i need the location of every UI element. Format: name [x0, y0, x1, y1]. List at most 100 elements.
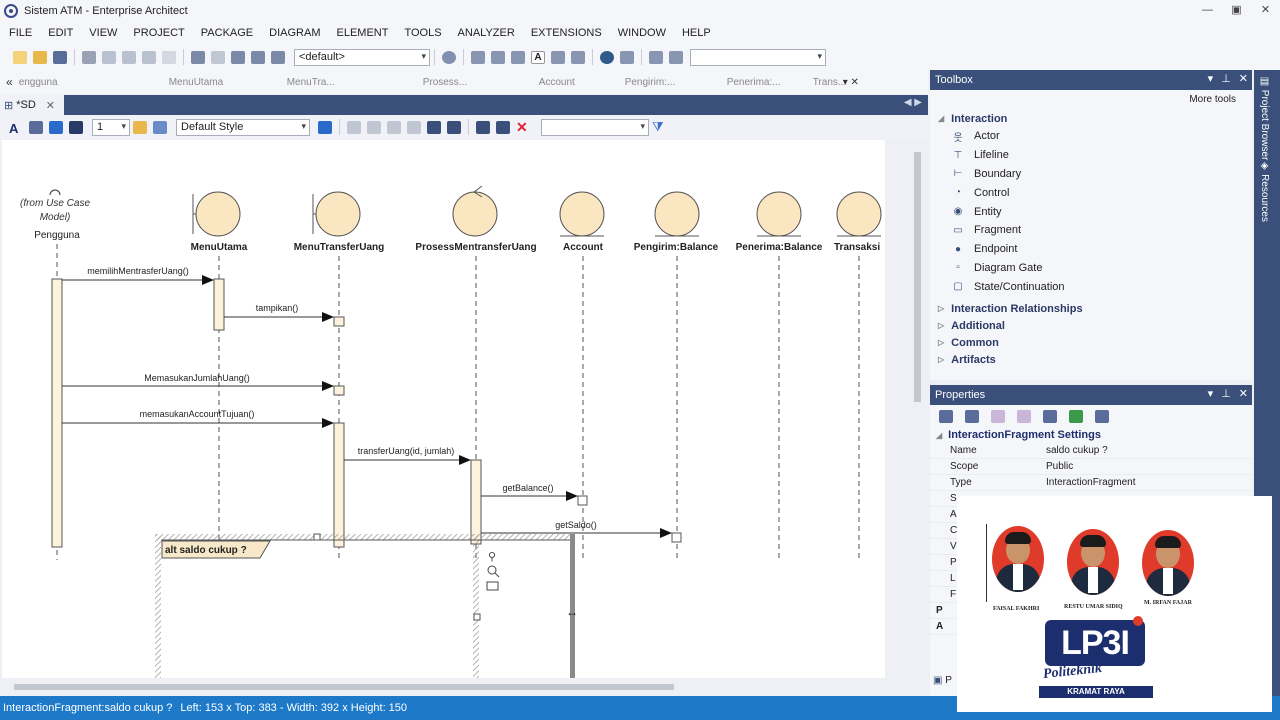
- filter-icon[interactable]: ⧩: [652, 120, 666, 134]
- properties-quicktool-icon[interactable]: [486, 581, 499, 591]
- redo-icon[interactable]: [162, 50, 176, 64]
- text-icon[interactable]: A: [531, 50, 545, 64]
- font-color-icon[interactable]: [29, 120, 43, 134]
- actor-name[interactable]: Pengguna: [34, 230, 80, 241]
- toolbox-item-actor[interactable]: 웃 Actor: [930, 127, 1252, 146]
- save-icon[interactable]: [53, 50, 67, 64]
- menu-extensions[interactable]: EXTENSIONS: [531, 27, 602, 39]
- toolbox-item-fragment[interactable]: ▭ Fragment: [930, 221, 1252, 240]
- globe-icon[interactable]: [600, 50, 614, 64]
- lifeline-prosessmentransferuang[interactable]: ProsessMentransferUang: [415, 185, 537, 560]
- layout-icon[interactable]: [471, 50, 485, 64]
- prop-row-type[interactable]: Type InteractionFragment: [930, 475, 1252, 491]
- toolbox-section-artifacts[interactable]: ▷ Artifacts: [930, 351, 1252, 368]
- connector-icon[interactable]: [620, 50, 634, 64]
- window-layout-icon[interactable]: [649, 50, 663, 64]
- resize-handle[interactable]: [473, 613, 481, 621]
- menu-view[interactable]: VIEW: [89, 27, 117, 39]
- message-memasukanjumlahuang[interactable]: MemasukanJumlahUang(): [62, 373, 334, 391]
- tab-scroll-arrows-icon[interactable]: ◀ ▶: [904, 97, 922, 108]
- strip-dropdown-icon[interactable]: ▾ ✕: [843, 77, 859, 88]
- delete-icon[interactable]: ✕: [516, 120, 530, 134]
- header-item[interactable]: Penerima:...: [727, 77, 813, 88]
- message-getbalance[interactable]: getBalance(): [481, 483, 578, 501]
- header-item[interactable]: Pengirim:...: [625, 77, 727, 88]
- maximize-button[interactable]: ▣: [1222, 0, 1251, 20]
- up-arrow-icon[interactable]: [1069, 409, 1083, 423]
- scroll-thumb[interactable]: [914, 152, 921, 402]
- toolbox-item-lifeline[interactable]: ⊤ Lifeline: [930, 146, 1252, 165]
- align-top-icon[interactable]: [387, 120, 401, 134]
- collapse-chevron-icon[interactable]: «: [6, 75, 13, 89]
- menu-analyzer[interactable]: ANALYZER: [458, 27, 515, 39]
- header-item[interactable]: MenuTra...: [287, 77, 423, 88]
- header-item[interactable]: Account: [539, 77, 625, 88]
- scroll-thumb[interactable]: [14, 684, 674, 690]
- style-combo[interactable]: Default Style: [176, 118, 310, 136]
- properties-icon[interactable]: [496, 120, 510, 134]
- fill-color-icon[interactable]: [49, 120, 63, 134]
- menu-element[interactable]: ELEMENT: [336, 27, 388, 39]
- window-layout2-icon[interactable]: [669, 50, 683, 64]
- close-tab-icon[interactable]: ✕: [46, 99, 55, 112]
- toolbox-section-interaction[interactable]: ◢ Interaction: [930, 110, 1252, 127]
- pin-icon[interactable]: ⊥: [1221, 72, 1231, 85]
- search-model-icon[interactable]: [271, 50, 285, 64]
- close-button[interactable]: ✕: [1251, 0, 1280, 20]
- header-item[interactable]: Trans...: [813, 77, 847, 88]
- align-left-icon[interactable]: [347, 120, 361, 134]
- properties-group[interactable]: ◢ InteractionFragment Settings: [930, 427, 1252, 443]
- send-back-icon[interactable]: [447, 120, 461, 134]
- message-transferuang[interactable]: transferUang(id, jumlah): [344, 446, 471, 465]
- binoculars-icon[interactable]: [1095, 409, 1109, 423]
- more-tools-link[interactable]: More tools: [930, 90, 1252, 110]
- props-dialog-icon[interactable]: [1043, 409, 1057, 423]
- lifeline-pengirim-balance[interactable]: Pengirim:Balance: [634, 191, 719, 560]
- toolbox-item-entity[interactable]: ◉ Entity: [930, 202, 1252, 221]
- header-item[interactable]: engguna: [19, 77, 169, 88]
- zoom-quicktool-icon[interactable]: [487, 565, 497, 575]
- tab-sequence-diagram[interactable]: ⊞ *SD ✕: [0, 95, 64, 115]
- toolbox-section-additional[interactable]: ▷ Additional: [930, 317, 1252, 334]
- categorized-icon[interactable]: [939, 409, 953, 423]
- minimize-button[interactable]: —: [1193, 0, 1222, 20]
- zoom-icon[interactable]: [251, 50, 265, 64]
- resize-handle[interactable]: [313, 533, 321, 541]
- menu-file[interactable]: FILE: [9, 27, 32, 39]
- copy-icon[interactable]: [102, 50, 116, 64]
- hierarchy-icon[interactable]: [476, 120, 490, 134]
- cut-icon[interactable]: [82, 50, 96, 64]
- lifeline-transaksi[interactable]: Transaksi: [834, 191, 882, 560]
- format-painter-icon[interactable]: [133, 120, 147, 134]
- horizontal-scrollbar[interactable]: [2, 679, 908, 695]
- prop-row-name[interactable]: Name saldo cukup ?: [930, 443, 1252, 459]
- eyedropper-icon[interactable]: [153, 120, 167, 134]
- message-tampikan[interactable]: tampikan(): [224, 303, 334, 322]
- pin-icon[interactable]: ⊥: [1221, 387, 1231, 400]
- font-icon[interactable]: A: [9, 121, 23, 136]
- header-item[interactable]: Prosess...: [423, 77, 539, 88]
- prop-row-scope[interactable]: Scope Public: [930, 459, 1252, 475]
- image-icon[interactable]: [551, 50, 565, 64]
- toolbox-section-common[interactable]: ▷ Common: [930, 334, 1252, 351]
- bring-front-icon[interactable]: [427, 120, 441, 134]
- prev-icon[interactable]: [991, 409, 1005, 423]
- prop-value[interactable]: Public: [1042, 461, 1252, 472]
- paste-icon[interactable]: [122, 50, 136, 64]
- menu-help[interactable]: HELP: [682, 27, 711, 39]
- diagram-filter-input[interactable]: [541, 118, 649, 136]
- align-bottom-icon[interactable]: [407, 120, 421, 134]
- dropdown-icon[interactable]: ▾: [1208, 72, 1214, 85]
- lifeline-account[interactable]: Account: [559, 191, 605, 560]
- sort-az-icon[interactable]: [965, 409, 979, 423]
- toolbox-item-endpoint[interactable]: ● Endpoint: [930, 240, 1252, 259]
- toolbox-item-diagram-gate[interactable]: ▫ Diagram Gate: [930, 259, 1252, 278]
- page-icon[interactable]: [211, 50, 225, 64]
- new-icon[interactable]: [13, 50, 27, 64]
- align-center-icon[interactable]: [367, 120, 381, 134]
- layout2-icon[interactable]: [491, 50, 505, 64]
- perspective-combo[interactable]: <default>: [294, 48, 430, 66]
- lifeline-penerima-balance[interactable]: Penerima:Balance: [736, 191, 823, 560]
- header-item[interactable]: MenuUtama: [169, 77, 287, 88]
- menu-package[interactable]: PACKAGE: [201, 27, 253, 39]
